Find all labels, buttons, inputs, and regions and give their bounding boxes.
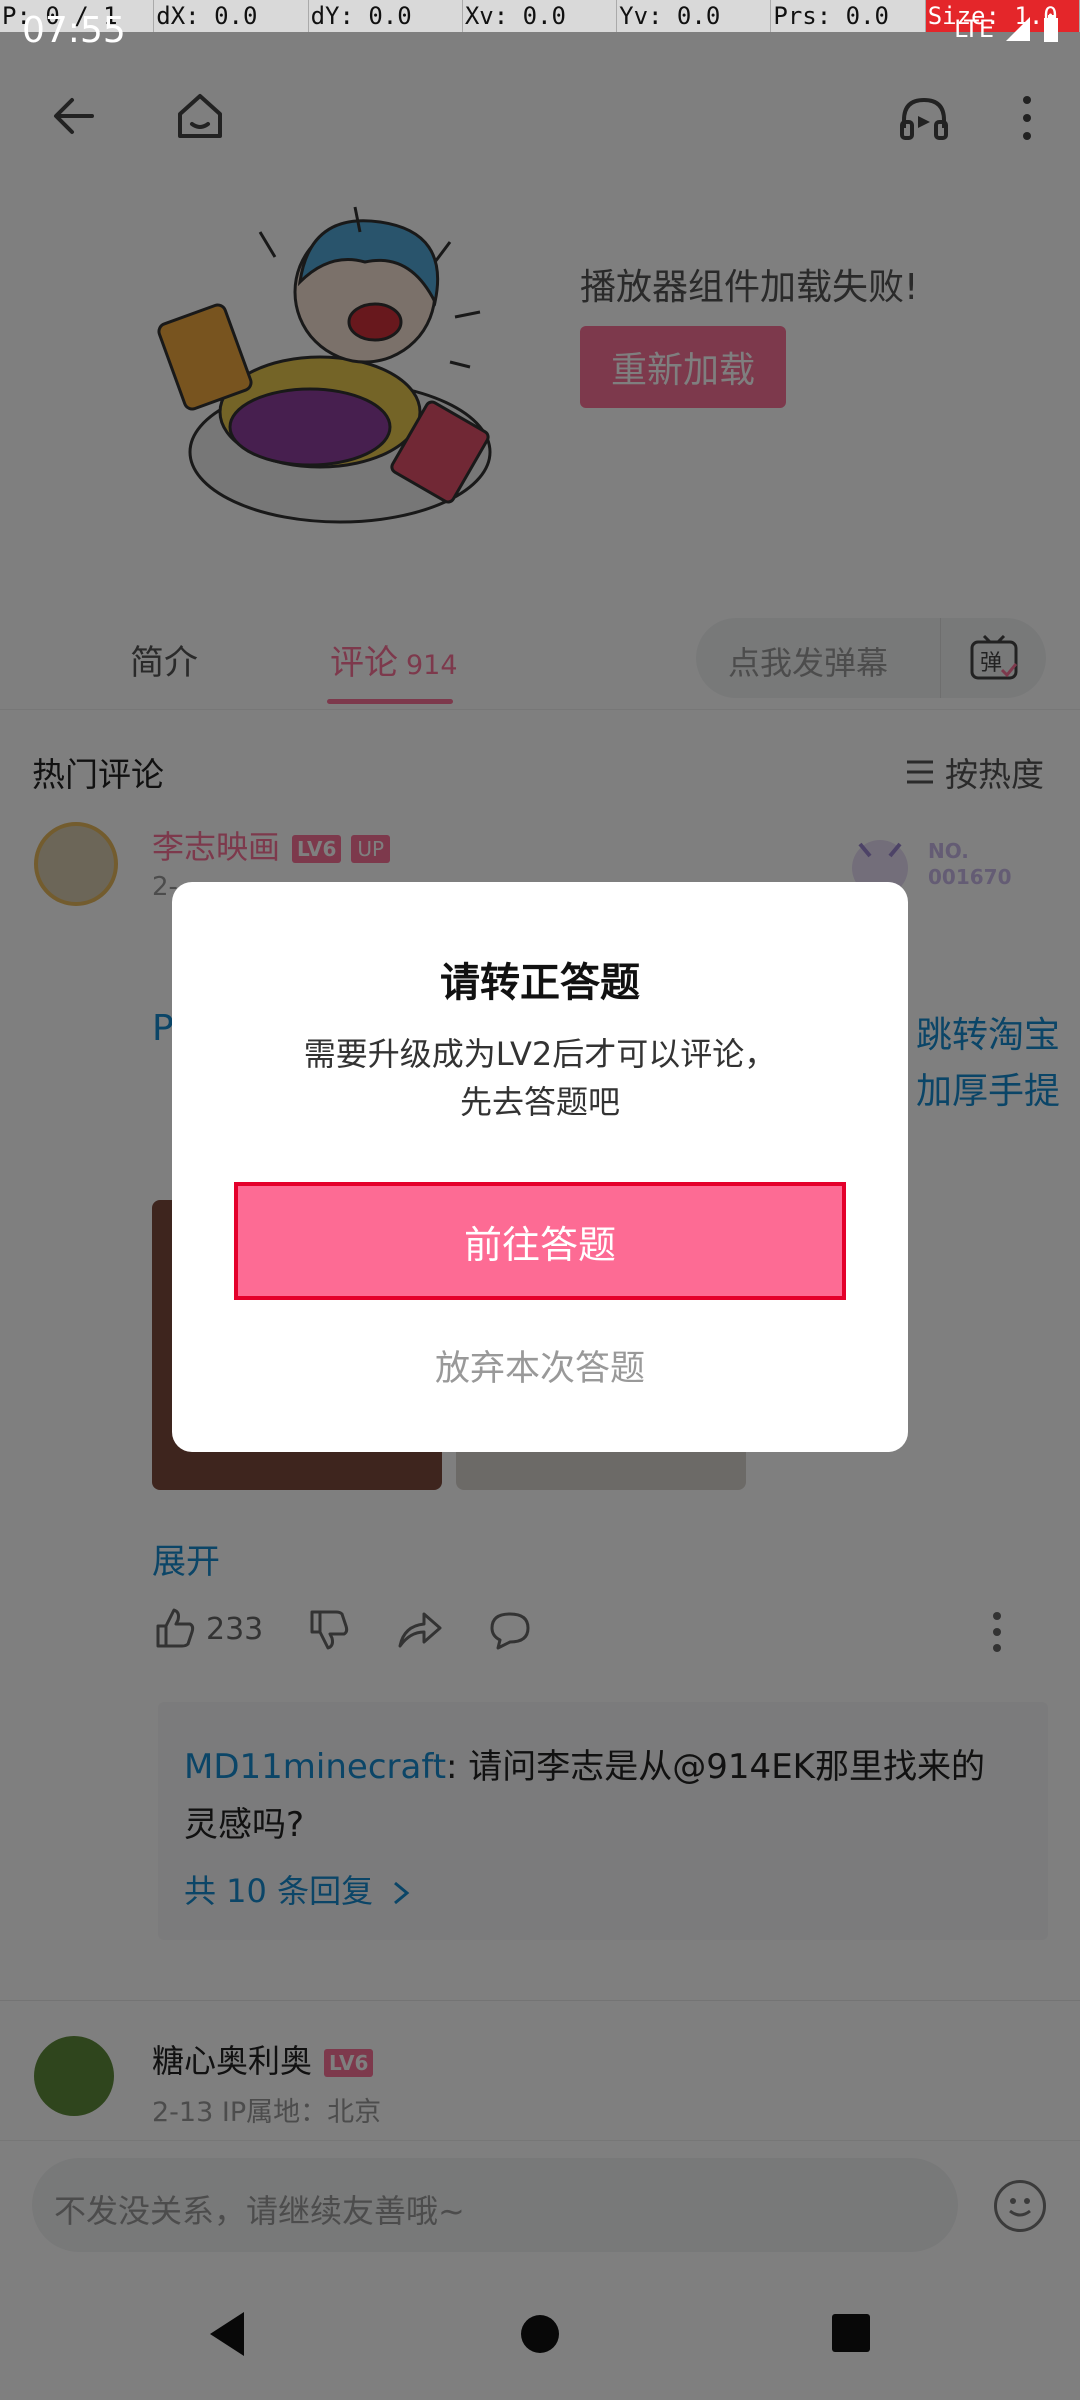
dialog-body-line2: 先去答题吧 xyxy=(459,1083,620,1121)
signal-icon xyxy=(1006,17,1030,41)
debug-xv: Xv: 0.0 xyxy=(463,0,618,32)
debug-dy: dY: 0.0 xyxy=(309,0,463,32)
abandon-quiz-button[interactable]: 放弃本次答题 xyxy=(172,1340,908,1391)
pointer-debug-bar: P: 0 / 1 dX: 0.0 dY: 0.0 Xv: 0.0 Yv: 0.0… xyxy=(0,0,1080,32)
go-to-quiz-button[interactable]: 前往答题 xyxy=(234,1182,846,1300)
battery-icon xyxy=(1044,15,1058,42)
network-type: LTE xyxy=(954,15,994,43)
debug-yv: Yv: 0.0 xyxy=(617,0,772,32)
debug-dx: dX: 0.0 xyxy=(154,0,309,32)
dialog-body-line1: 需要升级成为LV2后才可以评论， xyxy=(303,1035,777,1073)
status-time: 07:55 xyxy=(22,10,126,51)
debug-prs: Prs: 0.0 xyxy=(771,0,926,32)
upgrade-dialog: 请转正答题 需要升级成为LV2后才可以评论， 先去答题吧 前往答题 放弃本次答题 xyxy=(172,882,908,1452)
status-icons: LTE xyxy=(954,14,1060,44)
dialog-body: 需要升级成为LV2后才可以评论， 先去答题吧 xyxy=(172,1030,908,1126)
dialog-title: 请转正答题 xyxy=(440,960,640,1006)
